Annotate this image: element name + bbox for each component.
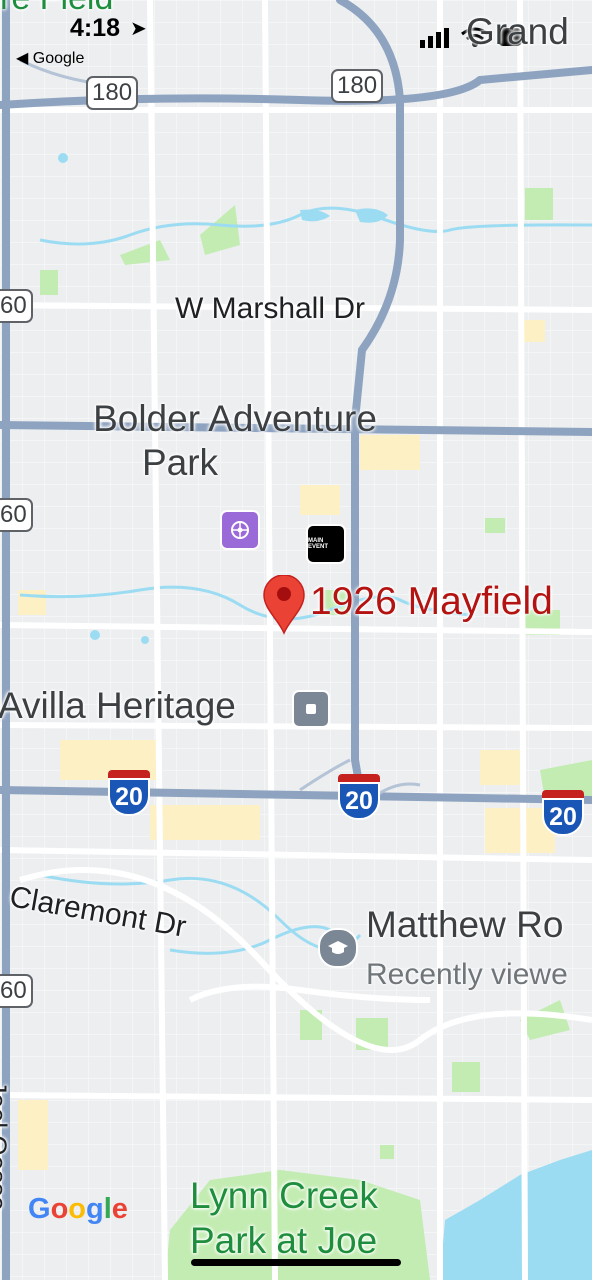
- location-pin-icon[interactable]: [262, 575, 306, 635]
- i20-shield-middle: 20: [338, 774, 380, 820]
- location-arrow-icon: ➤: [130, 18, 147, 40]
- school-poi-icon[interactable]: [318, 928, 358, 968]
- main-event-logo: MAIN EVENT: [308, 538, 329, 550]
- place-label-bolder-line1: Bolder Adventure: [93, 398, 377, 439]
- google-attribution-logo: Google: [28, 1193, 128, 1225]
- amusement-poi-icon[interactable]: [220, 510, 260, 550]
- hwy-180-shield-east: 180: [331, 69, 384, 103]
- place-label-lynn-creek-park[interactable]: Lynn Creek Park at Joe: [190, 1173, 378, 1263]
- hwy-180-shield-west: 180: [86, 76, 139, 110]
- i20-shield-west: 20: [108, 770, 150, 816]
- back-to-google-link[interactable]: ◀ Google: [16, 48, 84, 68]
- hwy-360-shield-middle: 60: [0, 498, 33, 532]
- square-dot-icon: [306, 704, 316, 714]
- i20-shield-east: 20: [542, 790, 584, 836]
- pin-label-address[interactable]: 1926 Mayfield: [310, 580, 553, 624]
- place-label-top-right[interactable]: Grand: [466, 10, 569, 54]
- place-label-bolder-adventure-park[interactable]: Bolder Adventure Park: [60, 397, 410, 484]
- street-label-w-marshall-dr: W Marshall Dr: [175, 292, 366, 325]
- amusement-icon: [231, 521, 249, 539]
- hwy-360-shield-south: 60: [0, 974, 33, 1008]
- place-label-matthew[interactable]: Matthew Ro: [366, 903, 563, 947]
- graduation-cap-icon: [328, 941, 348, 954]
- place-label-top-left[interactable]: re Field: [0, 0, 113, 19]
- recently-viewed-label: Recently viewe: [366, 958, 568, 991]
- place-label-lynn-line2: Park at Joe: [190, 1220, 378, 1262]
- map-base-layer: [0, 0, 592, 1280]
- place-label-avilla-heritage[interactable]: Avilla Heritage: [0, 684, 236, 728]
- cellular-signal-icon: [420, 28, 449, 48]
- place-label-bolder-line2: Park: [141, 441, 219, 483]
- avilla-poi-icon[interactable]: [292, 690, 330, 728]
- place-label-lynn-line1: Lynn Creek: [190, 1175, 378, 1216]
- map-view[interactable]: 4:18 ➤ ◀ Google re Field Grand 180 180 6…: [0, 0, 592, 1280]
- street-label-joel: Joel Oosso: [0, 1080, 13, 1211]
- home-indicator[interactable]: [191, 1259, 401, 1266]
- hwy-360-shield-north: 60: [0, 289, 33, 323]
- main-event-poi[interactable]: MAIN EVENT: [306, 524, 346, 564]
